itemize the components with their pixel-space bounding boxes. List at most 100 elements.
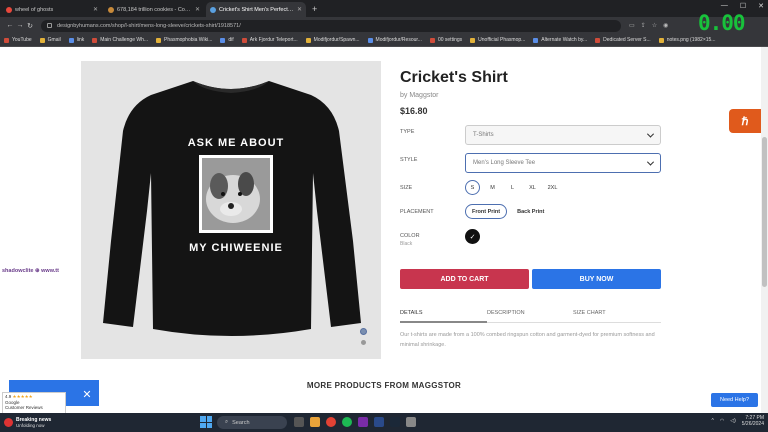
size-option-s[interactable]: S: [465, 180, 480, 195]
back-icon[interactable]: ←: [5, 22, 15, 29]
print-top-text: ASK ME ABOUT: [188, 137, 285, 149]
share-icon[interactable]: ⇪: [641, 22, 646, 29]
bookmark-item[interactable]: Modifjordur/Spawn...: [305, 37, 360, 43]
size-option-2xl[interactable]: 2XL: [545, 180, 560, 195]
google-reviews-badge[interactable]: 4.9 ★★★★★ Google Customer Reviews: [2, 392, 66, 413]
reload-icon[interactable]: ↻: [25, 22, 35, 30]
bookmark-item[interactable]: Unofficial Phasmop...: [470, 37, 525, 43]
shirt-print-text: ASK ME ABOUT MY CHIWEENIE: [188, 137, 285, 254]
close-window-icon[interactable]: ✕: [758, 2, 764, 10]
size-option-m[interactable]: M: [485, 180, 500, 195]
close-tab-icon[interactable]: ✕: [195, 6, 200, 13]
favicon-icon: [108, 6, 114, 13]
close-icon[interactable]: ✕: [76, 385, 98, 403]
bookmark-label: YouTube: [12, 37, 32, 43]
active-tab-underline: [400, 321, 487, 323]
buy-now-button[interactable]: BUY NOW: [532, 269, 661, 289]
bookmark-item[interactable]: Ark Fjordur Teleport...: [241, 37, 298, 43]
start-button-icon[interactable]: [200, 416, 212, 428]
style-select[interactable]: Men's Long Sleeve Tee: [465, 153, 661, 173]
page-scrollbar[interactable]: [761, 47, 768, 413]
minimize-icon[interactable]: —: [721, 2, 728, 10]
size-option-l[interactable]: L: [505, 180, 520, 195]
size-option-xl[interactable]: XL: [525, 180, 540, 195]
stream-overlay-label: shadowclite ⊕ www.tt: [2, 268, 59, 274]
type-select[interactable]: T-Shirts: [465, 125, 661, 145]
bookmark-item[interactable]: Phasmophobia Wiki...: [156, 37, 212, 43]
tab-description[interactable]: DESCRIPTION: [487, 310, 525, 316]
bookmark-favicon-icon: [156, 37, 162, 43]
app-icon[interactable]: [406, 417, 416, 427]
site-info-icon[interactable]: [47, 23, 52, 28]
premiere-icon[interactable]: [358, 417, 368, 427]
volume-icon[interactable]: ◁): [730, 418, 736, 424]
placement-front-print[interactable]: Front Print: [465, 204, 508, 219]
placement-back-print[interactable]: Back Print: [511, 204, 550, 219]
forward-icon[interactable]: →: [15, 22, 25, 29]
browser-tab-bar: wheel of ghosts ✕ 678,184 trillion cooki…: [0, 0, 768, 17]
product-image[interactable]: ASK ME ABOUT MY CHIWEENIE: [81, 61, 381, 359]
bookmark-favicon-icon: [470, 37, 476, 43]
extension-icon[interactable]: ◉: [663, 22, 668, 29]
scrollbar-thumb[interactable]: [762, 137, 767, 287]
style-select-value: Men's Long Sleeve Tee: [473, 160, 536, 166]
cast-icon[interactable]: ▭: [629, 22, 635, 29]
type-select-value: T-Shirts: [473, 132, 494, 138]
more-products-heading: MORE PRODUCTS FROM MAGGSTOR: [306, 381, 462, 390]
photoshop-icon[interactable]: [374, 417, 384, 427]
gallery-dot-active[interactable]: [360, 328, 367, 335]
steam-icon[interactable]: [390, 417, 400, 427]
rewards-badge-icon[interactable]: ℏ: [729, 109, 761, 133]
url-input[interactable]: designbyhumans.com/shop/l-shirt/mens-lon…: [41, 19, 621, 32]
bookmark-item[interactable]: link: [68, 37, 84, 43]
maximize-icon[interactable]: ☐: [740, 2, 746, 10]
need-help-button[interactable]: Need Help?: [711, 393, 758, 407]
task-view-icon[interactable]: [294, 417, 304, 427]
browser-tab-active[interactable]: Cricket's Shirt Men's Perfect Tr... ✕: [206, 2, 306, 17]
artist-byline[interactable]: by Maggstor: [400, 92, 439, 99]
bookmark-item[interactable]: notes.png (1982×15...: [658, 37, 716, 43]
bookmark-item[interactable]: dif: [220, 37, 234, 43]
tab-details[interactable]: DETAILS: [400, 310, 423, 316]
size-options: S M L XL 2XL: [465, 180, 560, 195]
bookmark-star-icon[interactable]: ☆: [652, 22, 657, 29]
news-widget[interactable]: Breaking news Unfolding now: [4, 417, 51, 429]
search-icon: ⌕: [225, 419, 229, 425]
close-tab-icon[interactable]: ✕: [297, 6, 302, 13]
color-swatch-black[interactable]: ✓: [465, 229, 480, 244]
taskbar-search-input[interactable]: ⌕ Search: [217, 416, 287, 429]
bookmark-item[interactable]: Main Challenge Wh...: [92, 37, 148, 43]
bookmark-item[interactable]: Alternate Watch by...: [533, 37, 587, 43]
file-explorer-icon[interactable]: [310, 417, 320, 427]
type-label: TYPE: [400, 129, 415, 135]
add-to-cart-button[interactable]: ADD TO CART: [400, 269, 529, 289]
chevron-up-icon[interactable]: ^: [712, 418, 714, 424]
tab-size-chart[interactable]: SIZE CHART: [573, 310, 606, 316]
bookmark-item[interactable]: Gmail: [39, 37, 61, 43]
bookmark-label: notes.png (1982×15...: [666, 37, 716, 43]
google-sub-label: Customer Reviews: [5, 405, 43, 410]
bookmark-favicon-icon: [533, 37, 539, 43]
google-rating: 4.9: [5, 394, 12, 399]
spotify-icon[interactable]: [342, 417, 352, 427]
system-tray: ^ ◠ ◁) 7:27 PM 5/26/2024: [712, 415, 765, 427]
bookmark-item[interactable]: Modifjordur/Resour...: [367, 37, 422, 43]
clock[interactable]: 7:27 PM 5/26/2024: [742, 415, 764, 427]
bookmark-item[interactable]: Dedicated Server S...: [595, 37, 651, 43]
bookmark-item[interactable]: 00 settings: [429, 37, 462, 43]
bookmark-favicon-icon: [92, 37, 98, 43]
wifi-icon[interactable]: ◠: [720, 418, 724, 424]
close-tab-icon[interactable]: ✕: [93, 6, 98, 13]
new-tab-button[interactable]: +: [306, 2, 323, 17]
browser-tab[interactable]: 678,184 trillion cookies - Cooki... ✕: [104, 2, 204, 17]
size-label: SIZE: [400, 185, 413, 191]
browser-tab[interactable]: wheel of ghosts ✕: [2, 2, 102, 17]
bookmark-item[interactable]: YouTube: [4, 37, 32, 43]
tab-title: 678,184 trillion cookies - Cooki...: [117, 6, 192, 13]
color-label: COLOR: [400, 233, 420, 239]
clock-date: 5/26/2024: [741, 421, 764, 427]
chrome-icon[interactable]: [326, 417, 336, 427]
gallery-dot[interactable]: [361, 340, 366, 345]
bookmark-favicon-icon: [595, 37, 601, 43]
favicon-icon: [210, 6, 216, 13]
